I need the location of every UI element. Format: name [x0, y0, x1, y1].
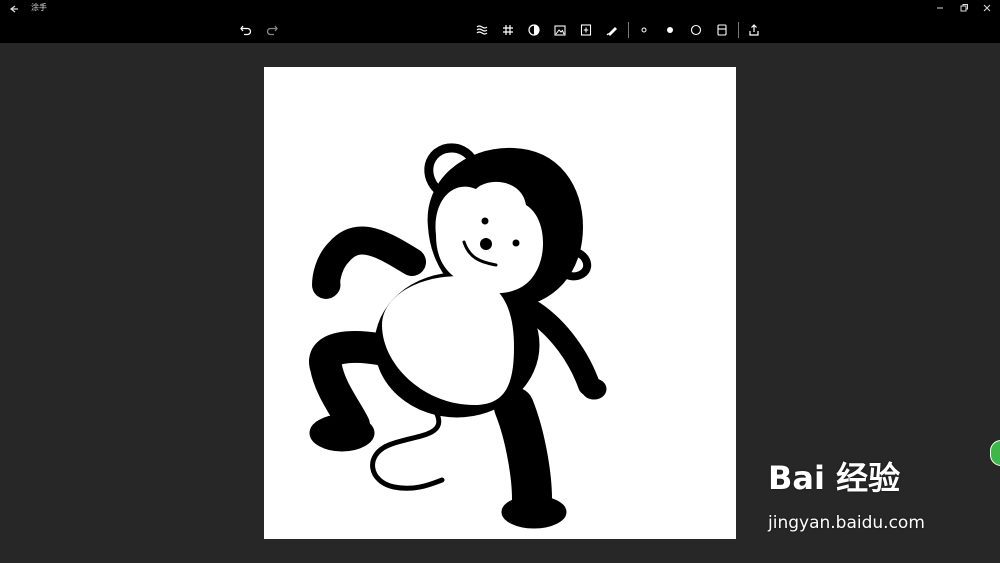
texture-button[interactable]	[472, 20, 492, 40]
brush-icon	[606, 27, 617, 36]
baidu-watermark: Bai 经验 jingyan.baidu.com	[768, 458, 958, 543]
save-image-button[interactable]	[550, 20, 570, 40]
toolbar-separator	[738, 22, 739, 38]
brush-size-small-button[interactable]	[634, 20, 654, 40]
layers-icon	[717, 24, 727, 36]
brush-button[interactable]	[602, 20, 622, 40]
back-arrow-icon[interactable]	[6, 1, 20, 15]
monkey-left-hand	[315, 272, 341, 298]
undo-button[interactable]	[236, 20, 256, 40]
grid-icon	[503, 25, 513, 35]
toolbar	[0, 16, 1000, 43]
title-bar: 涂手	[0, 0, 1000, 16]
export-button[interactable]	[576, 20, 596, 40]
small-dot-icon	[641, 27, 647, 33]
monkey-left-foot	[309, 414, 375, 452]
share-icon	[749, 24, 759, 36]
large-dot-icon	[667, 27, 673, 33]
close-icon	[983, 4, 991, 12]
toolbar-separator	[628, 22, 629, 38]
layers-button[interactable]	[712, 20, 732, 40]
monkey-tail	[370, 409, 445, 491]
redo-icon	[266, 25, 278, 36]
watermark-brand: Bai 经验	[768, 459, 901, 497]
close-button[interactable]	[974, 0, 1000, 16]
circle-outline-icon	[690, 24, 702, 36]
minimize-icon	[937, 7, 943, 9]
monkey-right-foot	[501, 495, 567, 529]
monkey-left-leg	[309, 331, 410, 441]
texture-icon	[476, 25, 488, 35]
monkey-drawing	[309, 143, 607, 529]
app-title: 涂手	[31, 3, 47, 12]
monkey-left-arm	[312, 226, 426, 299]
minimize-button[interactable]	[927, 0, 953, 16]
share-button[interactable]	[744, 20, 764, 40]
export-icon	[580, 24, 592, 36]
contrast-icon	[528, 24, 540, 36]
monkey-right-arm	[523, 301, 600, 396]
restore-icon	[960, 4, 968, 12]
monkey-nose	[480, 238, 492, 250]
grid-button[interactable]	[498, 20, 518, 40]
monkey-left-eye	[481, 217, 489, 225]
monkey-right-hand	[581, 378, 607, 400]
monkey-right-leg	[494, 387, 552, 519]
undo-icon	[240, 25, 252, 36]
save-image-icon	[554, 25, 566, 36]
contrast-button[interactable]	[524, 20, 544, 40]
drawing-canvas[interactable]	[264, 67, 736, 539]
watermark-url: jingyan.baidu.com	[768, 513, 925, 533]
brush-size-outline-button[interactable]	[686, 20, 706, 40]
monkey-right-eye	[512, 239, 520, 247]
redo-button[interactable]	[262, 20, 282, 40]
brush-size-large-button[interactable]	[660, 20, 680, 40]
